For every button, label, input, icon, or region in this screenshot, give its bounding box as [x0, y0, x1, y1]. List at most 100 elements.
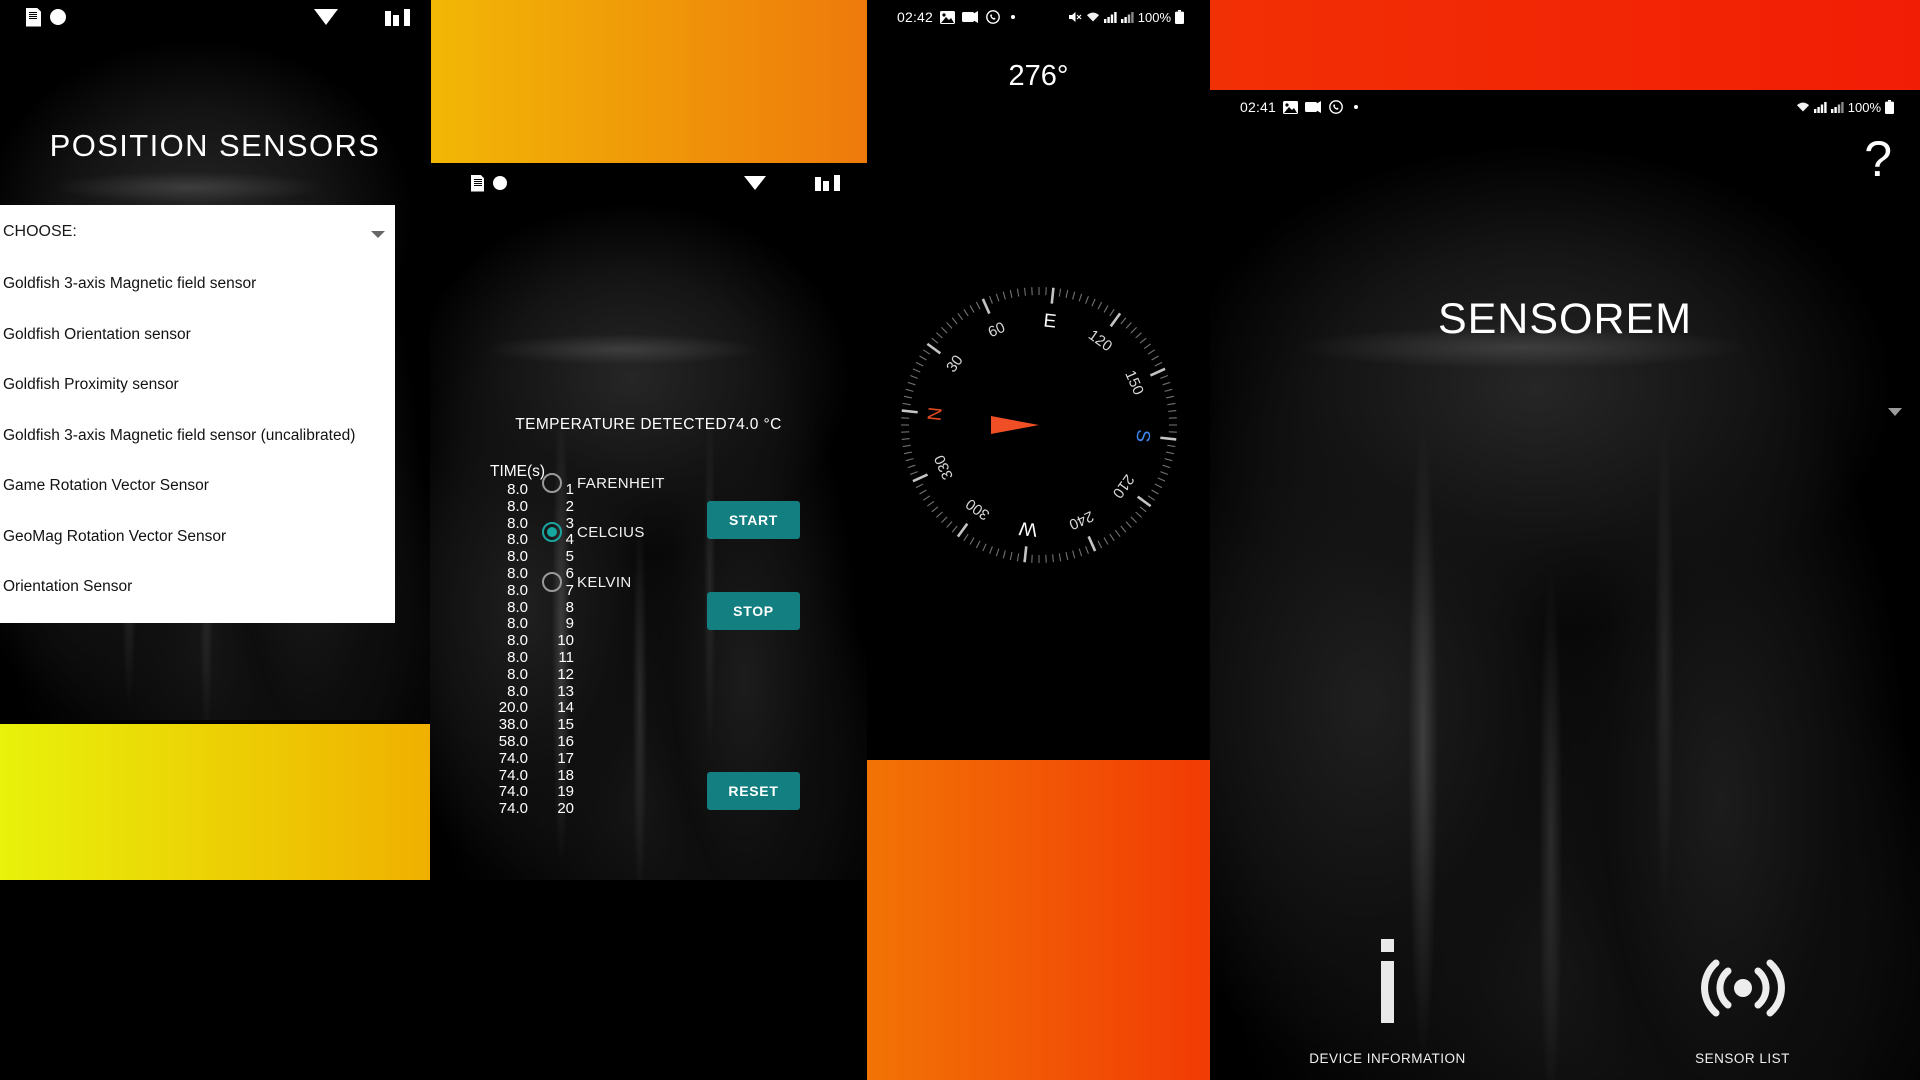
compass-tick — [930, 337, 938, 344]
dropdown-option[interactable]: Goldfish 3-axis Magnetic field sensor (u… — [0, 411, 395, 462]
battery-full-icon — [1175, 10, 1184, 24]
table-body: 8.0 1 8.0 2 8.0 3 8.0 4 8.0 5 8.0 6 8.0 7 8.0 8 8.0 9 8.0 1… — [476, 481, 574, 818]
compass-tick — [1114, 529, 1121, 537]
wifi-icon — [744, 176, 766, 190]
compass-tick — [1119, 317, 1126, 325]
compass-tick — [1159, 471, 1168, 475]
compass-tick — [1103, 305, 1108, 313]
table-cell-index: 1 — [565, 481, 574, 498]
compass-tick — [1154, 483, 1162, 489]
chevron-down-icon[interactable] — [1888, 408, 1902, 416]
table-cell-index: 15 — [557, 716, 574, 734]
dropdown-option[interactable]: Goldfish Proximity sensor — [0, 360, 395, 411]
compass-tick — [1009, 289, 1013, 298]
compass-tick — [940, 516, 947, 523]
dropdown-option[interactable]: Orientation Sensor — [0, 562, 395, 613]
compass-tick — [1125, 322, 1132, 329]
compass-tick — [935, 332, 943, 339]
compass-tick — [956, 313, 963, 321]
dropdown-label[interactable]: CHOOSE: — [0, 205, 395, 259]
compass-tick — [962, 533, 969, 542]
gradient-strip-top-middle — [431, 0, 867, 163]
screenshot-root: POSITION SENSORS CHOOSE: Goldfish 3-axis… — [0, 0, 1920, 1080]
compass-tick — [909, 375, 918, 379]
dropdown-option[interactable]: Game Rotation Vector Sensor — [0, 461, 395, 512]
table-row: 74.0 18 — [476, 767, 574, 785]
table-cell-index: 6 — [565, 564, 574, 582]
sim-card-icon — [471, 174, 484, 192]
compass-tick — [1147, 495, 1155, 501]
screenshot-icon — [1305, 100, 1322, 113]
table-cell-time: 74.0 — [498, 749, 528, 767]
photo-icon — [940, 10, 956, 24]
status-bar-time: 02:41 — [1240, 99, 1277, 115]
status-bar-sensorem: 02:41 100% — [1210, 90, 1920, 124]
start-button[interactable]: START — [707, 501, 800, 539]
wifi-icon — [1086, 12, 1099, 22]
sensor-dropdown[interactable]: CHOOSE: Goldfish 3-axis Magnetic field s… — [0, 205, 395, 623]
compass-tick — [915, 483, 923, 489]
compass-tick — [1002, 550, 1006, 559]
stop-button[interactable]: STOP — [707, 592, 800, 630]
compass-tick — [1103, 537, 1108, 545]
compass-cardinal-label: E — [1042, 310, 1057, 332]
compass-tick — [902, 444, 911, 448]
table-cell-time: 8.0 — [507, 514, 528, 532]
compass-tick — [1108, 533, 1115, 542]
compass-tick — [995, 548, 999, 557]
reset-button[interactable]: RESET — [707, 772, 800, 810]
table-row: 74.0 17 — [476, 749, 574, 768]
compass-tick — [1058, 553, 1061, 562]
table-cell-index: 9 — [565, 615, 574, 633]
more-dot-icon — [1354, 105, 1359, 109]
compass-tick — [926, 500, 934, 507]
table-cell-time: 8.0 — [507, 615, 528, 633]
screenshot-icon — [962, 10, 979, 23]
compass-tick — [1022, 546, 1028, 563]
compass-tick — [922, 349, 930, 355]
compass-dial[interactable]: N E S W 30 60 120 150 210 240 300 330 — [889, 275, 1189, 575]
page-title: POSITION SENSORS — [49, 128, 381, 163]
compass-tick — [981, 298, 991, 315]
compass-tick — [1161, 464, 1170, 469]
table-row: 8.0 11 — [476, 648, 574, 667]
compass-tick — [988, 295, 993, 304]
table-cell-index: 3 — [565, 514, 574, 532]
compass-tick — [1002, 291, 1006, 300]
compass-degree-label: 150 — [1121, 368, 1147, 398]
dropdown-option[interactable]: Goldfish Orientation sensor — [0, 310, 395, 361]
table-cell-index: 11 — [558, 648, 574, 666]
nav-sensor-list[interactable]: SENSOR LIST — [1565, 880, 1920, 1080]
table-cell-index: 20 — [557, 800, 574, 818]
compass-tick — [981, 543, 987, 552]
compass-tick — [1086, 535, 1096, 552]
compass-tick — [1078, 293, 1082, 302]
table-row: 8.0 9 — [476, 616, 574, 633]
question-mark-icon[interactable]: ? — [1864, 130, 1892, 188]
compass-tick — [1134, 332, 1142, 339]
nav-device-information[interactable]: DEVICE INFORMATION — [1210, 880, 1565, 1080]
compass-tick — [1139, 337, 1147, 344]
compass-tick — [1150, 355, 1159, 361]
gradient-strip-top-right — [1210, 0, 1920, 90]
battery-percent-label: 100% — [1137, 9, 1171, 25]
panel-temperature: TEMPERATURE DETECTED74.0 °C FARENHEIT CE… — [430, 163, 867, 880]
compass-tick — [1149, 367, 1166, 377]
compass-degree-label: 240 — [1066, 507, 1096, 533]
compass-tick — [1165, 395, 1174, 399]
table-cell-time: 8.0 — [507, 648, 528, 666]
dropdown-option[interactable]: GeoMag Rotation Vector Sensor — [0, 512, 395, 563]
panel-sensorem: 02:41 100% ? SENSOREM DEVICE INFORMATION… — [1210, 90, 1920, 1080]
compass-tick — [1139, 506, 1147, 513]
wifi-icon — [314, 9, 338, 25]
compass-degree-label: 30 — [943, 352, 967, 375]
dropdown-option[interactable]: Goldfish 3-axis Magnetic field sensor — [0, 259, 395, 310]
table-cell-time: 8.0 — [507, 682, 528, 700]
whatsapp-icon — [986, 10, 1000, 24]
compass-tick — [905, 458, 914, 462]
compass-tick — [1078, 548, 1082, 557]
compass-tick — [1125, 521, 1132, 528]
compass-tick — [911, 473, 928, 483]
chevron-down-icon[interactable] — [371, 231, 385, 238]
record-dot-icon — [493, 176, 507, 190]
